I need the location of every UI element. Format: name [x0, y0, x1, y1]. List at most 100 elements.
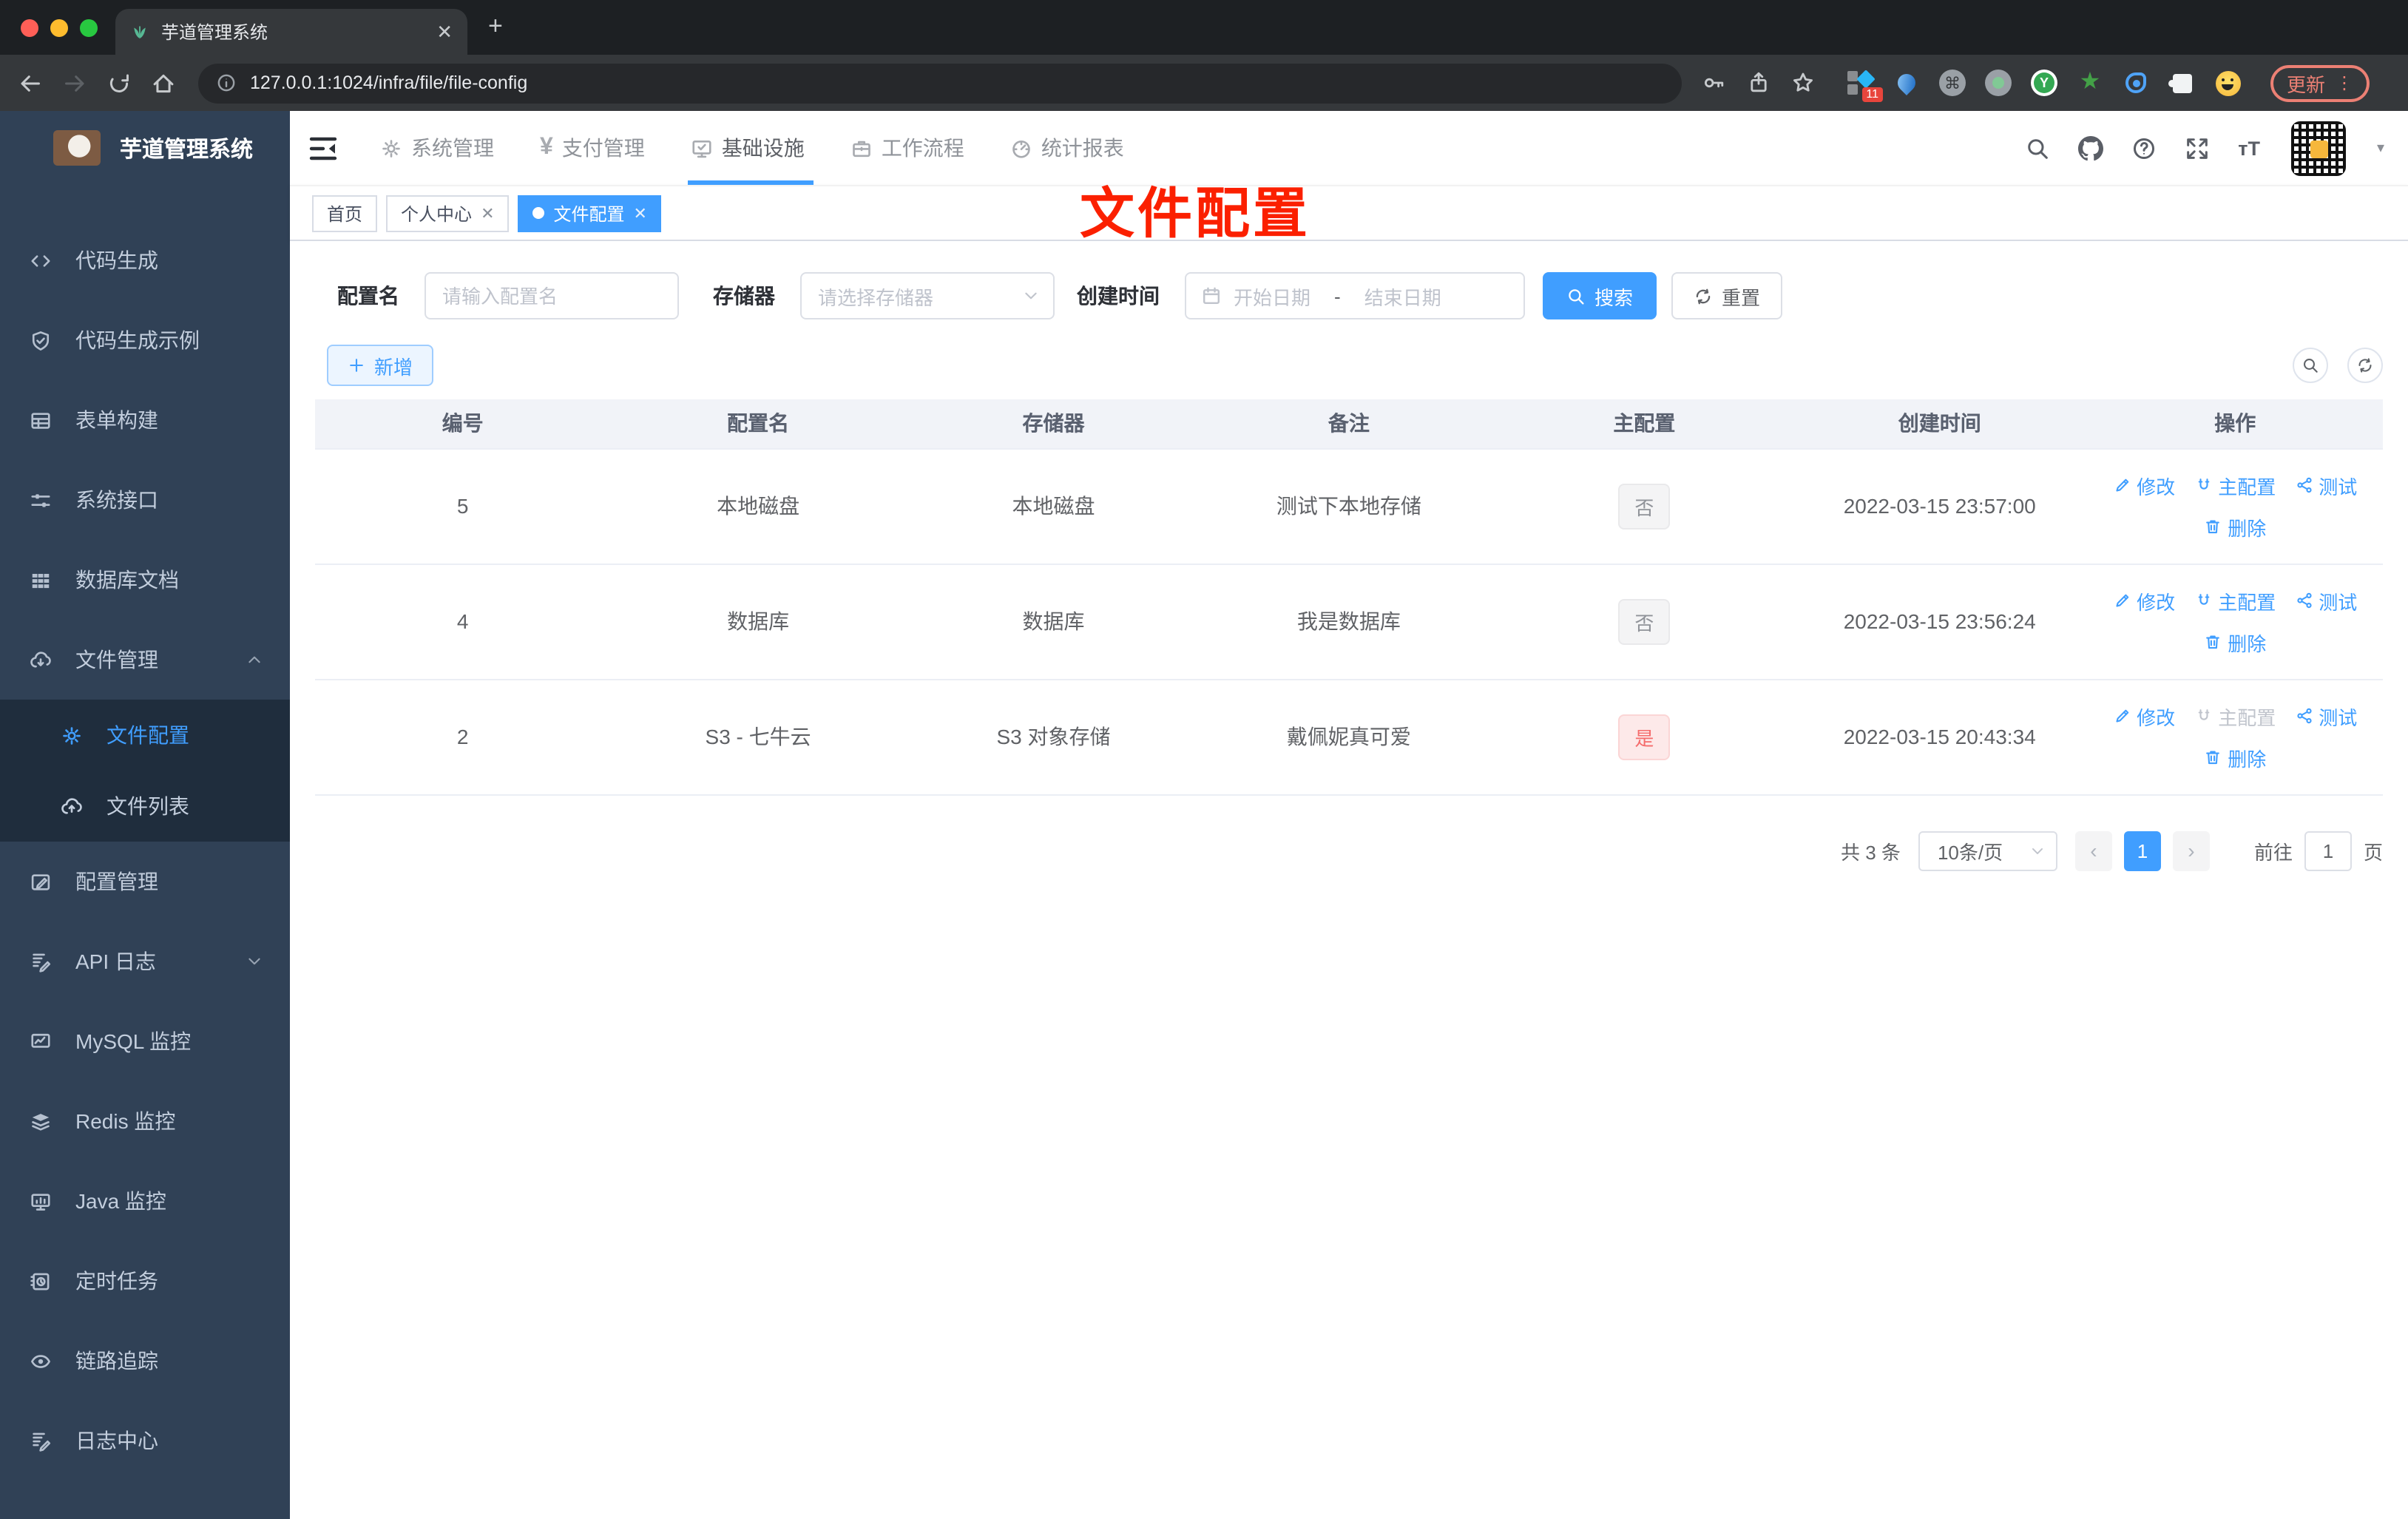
app: 芋道管理系统 代码生成 代码生成示例 表单构建 系统接口 数据库文档 文件管理 … — [0, 111, 2408, 1519]
sidebar-item-form-builder[interactable]: 表单构建 — [0, 380, 290, 460]
sidebar-item-tracing[interactable]: 链路追踪 — [0, 1321, 290, 1401]
nav-item-payment[interactable]: ¥ 支付管理 — [540, 111, 645, 185]
storage-select[interactable]: 请选择存储器 — [800, 272, 1055, 319]
tag-home[interactable]: 首页 — [312, 194, 378, 231]
app-logo-row[interactable]: 芋道管理系统 — [0, 111, 290, 185]
url-bar[interactable]: 127.0.0.1:1024/infra/file/file-config — [198, 63, 1682, 103]
share-icon[interactable] — [1747, 71, 1771, 95]
sidebar-item-config-management[interactable]: 配置管理 — [0, 842, 290, 921]
delete-action[interactable]: 删除 — [2204, 512, 2266, 541]
extension-eye-icon[interactable] — [2123, 70, 2149, 96]
extension-star-icon[interactable]: ★ — [2077, 70, 2103, 96]
browser-update-button[interactable]: 更新 ⋮ — [2270, 64, 2370, 101]
tag-file-config[interactable]: 文件配置 ✕ — [518, 194, 662, 231]
edit-action[interactable]: 修改 — [2113, 586, 2175, 615]
sidebar-item-java-monitor[interactable]: Java 监控 — [0, 1161, 290, 1241]
sidebar-item-api-log[interactable]: API 日志 — [0, 921, 290, 1001]
edit-action[interactable]: 修改 — [2113, 702, 2175, 730]
page-size-value: 10条/页 — [1937, 841, 2003, 863]
chevron-down-icon — [2029, 842, 2046, 859]
sidebar-item-code-gen-demo[interactable]: 代码生成示例 — [0, 300, 290, 380]
edit-action[interactable]: 修改 — [2113, 471, 2175, 499]
test-action[interactable]: 测试 — [2295, 586, 2357, 615]
chevron-down-icon — [246, 953, 263, 970]
bookmark-star-icon[interactable] — [1791, 71, 1815, 95]
add-button[interactable]: 新增 — [327, 345, 434, 386]
new-tab-button[interactable]: + — [488, 12, 503, 41]
prev-page-button[interactable]: ‹ — [2074, 830, 2112, 870]
doc-edit-icon — [30, 950, 52, 972]
goto-page-input[interactable] — [2304, 830, 2352, 870]
extension-y-icon[interactable]: Y — [2031, 70, 2057, 96]
cell-remark: 测试下本地存储 — [1201, 448, 1497, 564]
help-icon[interactable] — [2131, 135, 2157, 160]
browser-toolbar: 127.0.0.1:1024/infra/file/file-config 11… — [0, 55, 2408, 111]
table-search-button[interactable] — [2293, 348, 2328, 383]
table-refresh-button[interactable] — [2347, 348, 2383, 383]
extension-puzzle-icon[interactable] — [2168, 70, 2195, 96]
sidebar-item-scheduled-tasks[interactable]: 定时任务 — [0, 1241, 290, 1321]
cell-name: 数据库 — [610, 564, 906, 680]
extension-command-icon[interactable]: ⌘ — [1939, 70, 1966, 96]
app-header: 系统管理 ¥ 支付管理 基础设施 工作流程 统计报表 ᴛT ▾ — [290, 111, 2408, 185]
sidebar-item-code-gen[interactable]: 代码生成 — [0, 220, 290, 300]
page-size-select[interactable]: 10条/页 — [1918, 830, 2057, 870]
update-label: 更新 — [2287, 73, 2326, 95]
caret-down-icon[interactable]: ▾ — [2377, 140, 2384, 156]
test-action[interactable]: 测试 — [2295, 702, 2357, 730]
tag-close-icon[interactable]: ✕ — [634, 203, 647, 223]
browser-menu-icon[interactable]: ⋮ — [2336, 72, 2353, 93]
sidebar-item-file-config[interactable]: 文件配置 — [0, 700, 290, 771]
password-key-icon[interactable] — [1702, 71, 1726, 95]
fullscreen-icon[interactable] — [2185, 135, 2210, 160]
tab-close-icon[interactable]: ✕ — [436, 20, 453, 44]
url-text[interactable]: 127.0.0.1:1024/infra/file/file-config — [250, 72, 527, 93]
delete-action[interactable]: 删除 — [2204, 628, 2266, 656]
github-icon[interactable] — [2078, 135, 2103, 160]
nav-item-workflow[interactable]: 工作流程 — [850, 111, 964, 185]
user-avatar[interactable] — [2287, 118, 2349, 178]
config-name-input[interactable] — [425, 272, 679, 319]
tag-profile[interactable]: 个人中心 ✕ — [386, 194, 510, 231]
delete-action[interactable]: 删除 — [2204, 743, 2266, 771]
monitor-check-icon — [691, 137, 713, 159]
tag-close-icon[interactable]: ✕ — [481, 203, 494, 223]
nav-label: 统计报表 — [1041, 136, 1124, 160]
sidebar-item-file-management[interactable]: 文件管理 — [0, 620, 290, 700]
site-info-icon[interactable] — [216, 72, 237, 93]
extension-tampermonkey-icon[interactable]: 11 — [1847, 70, 1883, 102]
extension-emoji-icon[interactable] — [2214, 70, 2241, 96]
sidebar-item-file-list[interactable]: 文件列表 — [0, 771, 290, 842]
sidebar-item-system-api[interactable]: 系统接口 — [0, 460, 290, 540]
browser-tab[interactable]: 芋道管理系统 ✕ — [115, 9, 467, 55]
forward-icon[interactable] — [62, 70, 87, 95]
window-minimize-button[interactable] — [50, 19, 68, 37]
annotation-page-title: 文件配置 — [1080, 183, 1310, 244]
reset-button[interactable]: 重置 — [1671, 272, 1783, 319]
nav-item-infrastructure[interactable]: 基础设施 — [687, 111, 814, 185]
window-close-button[interactable] — [21, 19, 38, 37]
date-range-picker[interactable]: 开始日期 - 结束日期 — [1185, 272, 1525, 319]
sidebar-fold-icon[interactable] — [309, 135, 337, 160]
home-icon[interactable] — [151, 70, 176, 95]
grid-icon — [30, 569, 52, 591]
extension-recorder-icon[interactable] — [1985, 70, 2012, 96]
window-zoom-button[interactable] — [80, 19, 98, 37]
back-icon[interactable] — [18, 70, 43, 95]
sidebar-item-mysql-monitor[interactable]: MySQL 监控 — [0, 1001, 290, 1081]
test-action[interactable]: 测试 — [2295, 471, 2357, 499]
nav-item-system[interactable]: 系统管理 — [380, 111, 494, 185]
master-config-action[interactable]: 主配置 — [2194, 586, 2276, 615]
sidebar-item-db-doc[interactable]: 数据库文档 — [0, 540, 290, 620]
extension-pin-icon[interactable] — [1893, 70, 1920, 96]
master-config-action[interactable]: 主配置 — [2194, 471, 2276, 499]
next-page-button[interactable]: › — [2172, 830, 2210, 870]
sidebar-item-log-center[interactable]: 日志中心 — [0, 1401, 290, 1481]
sidebar-item-redis-monitor[interactable]: Redis 监控 — [0, 1081, 290, 1161]
reload-icon[interactable] — [106, 70, 132, 95]
search-icon[interactable] — [2025, 135, 2050, 160]
page-number-active[interactable]: 1 — [2123, 830, 2161, 870]
search-button[interactable]: 搜索 — [1543, 272, 1657, 319]
master-tag: 否 — [1618, 598, 1671, 644]
font-size-icon[interactable]: ᴛT — [2238, 137, 2260, 159]
